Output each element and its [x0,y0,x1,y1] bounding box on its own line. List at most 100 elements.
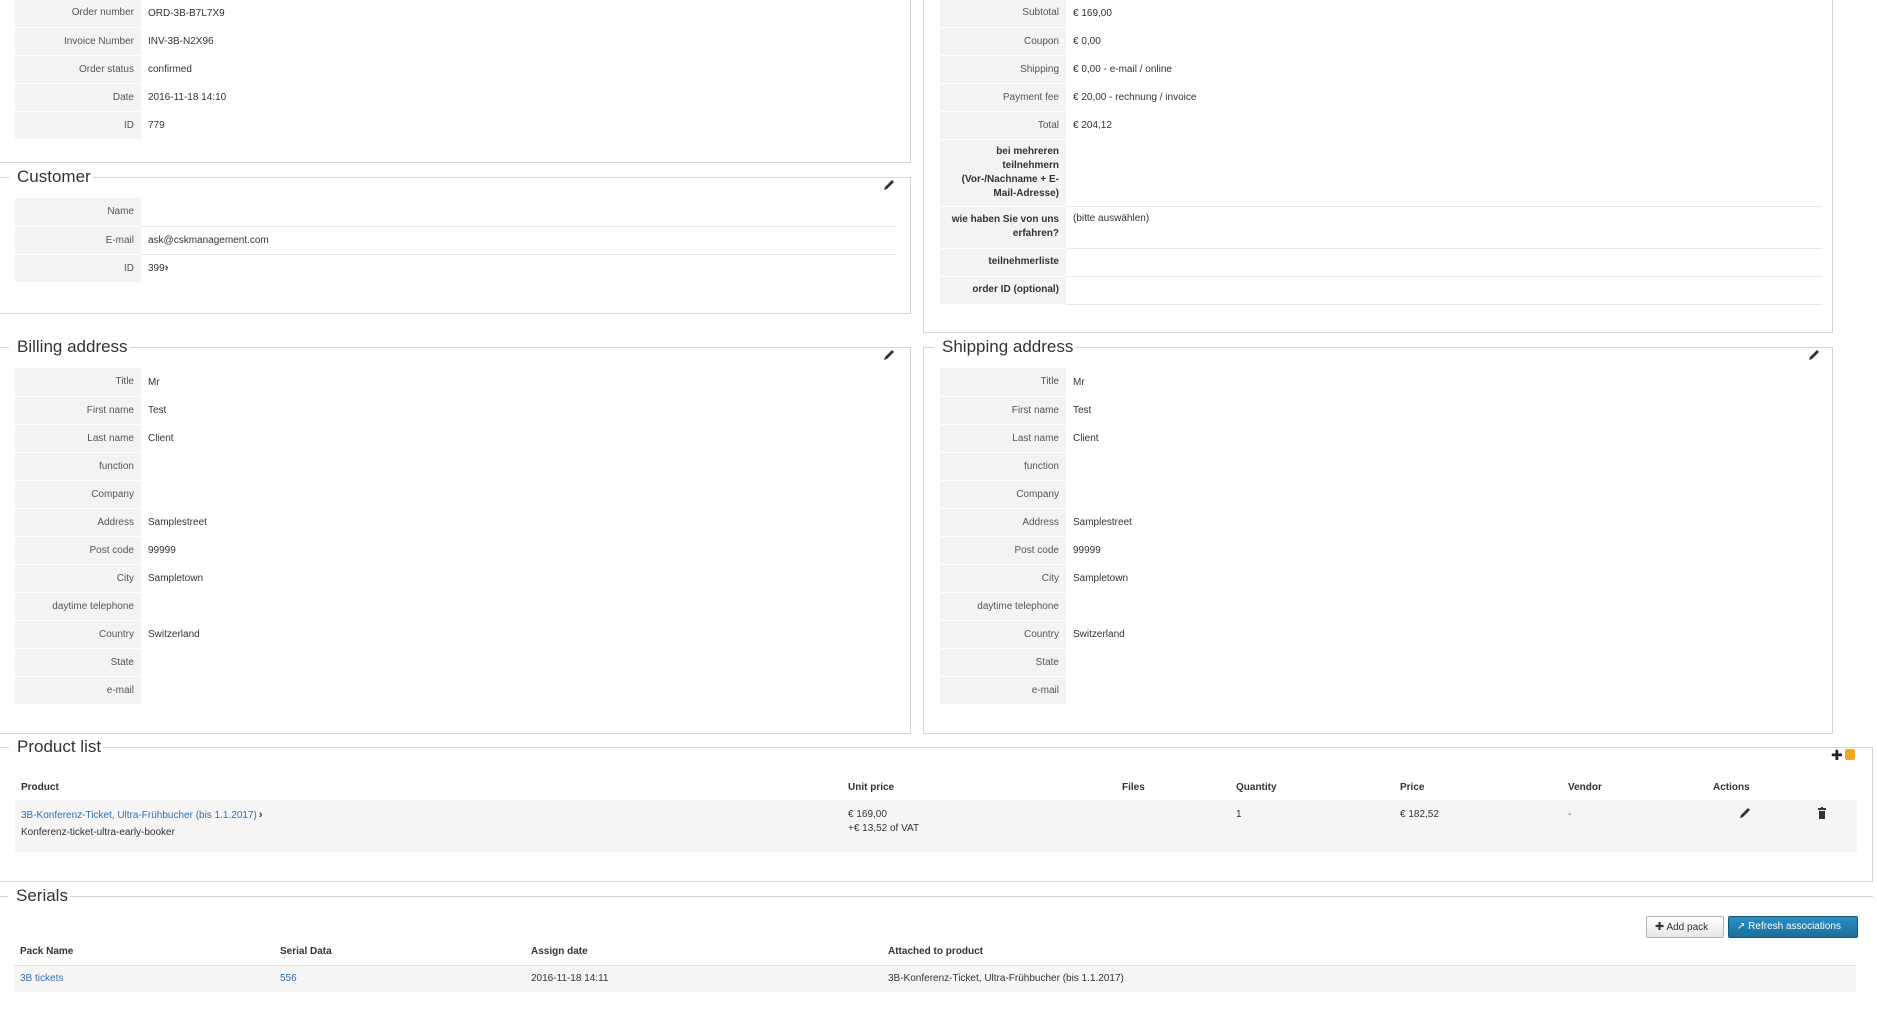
field-label: Country [940,620,1066,649]
product-database-icon[interactable] [1845,749,1855,760]
refresh-associations-button[interactable]: ↗ Refresh associations [1728,916,1858,938]
edit-billing-icon[interactable] [882,348,896,362]
custom-field-row: bei mehreren teilnehmern (Vor-/Nachname … [940,139,1822,207]
customer-id-value: 399 [148,263,165,275]
field-value [1066,592,1822,620]
product-row: 3B-Konferenz-Ticket, Ultra-Frühbucher (b… [15,800,1857,852]
edit-product-icon[interactable] [1738,806,1752,820]
billing-row: e-mail [15,676,897,705]
field-value [1066,480,1822,508]
field-value: Mr [148,376,160,388]
shipping-address-title: Shipping address [940,337,1076,356]
custom-field-label: teilnehmerliste [940,248,1066,277]
chart-line-icon: ↗ [1737,921,1746,932]
field-label: Last name [15,424,141,453]
field-label: State [940,648,1066,677]
add-pack-button[interactable]: ✚ Add pack [1646,916,1724,938]
totals-table: Subtotal € 169,00 Coupon € 0,00 Shipping € 0,… [940,0,1822,305]
shipping-row: First name Test [940,396,1822,425]
pack-name-col-header: Pack Name [20,946,74,957]
shipping-row: Last name Client [940,424,1822,453]
custom-field-value [1066,276,1822,305]
field-label: daytime telephone [940,592,1066,621]
assign-date-value: 2016-11-18 14:11 [531,973,609,984]
serial-row: 3B tickets 556 2016-11-18 14:11 3B-Konfe… [14,965,1856,992]
field-label: Country [15,620,141,649]
field-label: Shipping [940,55,1066,84]
product-name-link[interactable]: 3B-Konferenz-Ticket, Ultra-Frühbucher (b… [21,810,257,821]
order-info-row: Order number ORD-3B-B7L7X9 [15,0,895,28]
billing-row: daytime telephone [15,592,897,621]
customer-id-label: ID [15,254,141,282]
totals-panel: Subtotal € 169,00 Coupon € 0,00 Shipping € 0,… [923,0,1833,333]
chevron-right-icon[interactable]: › [165,262,169,274]
field-value: Client [148,432,174,444]
shipping-row: Title Mr [940,368,1822,397]
field-label: Address [15,508,141,537]
shipping-row: e-mail [940,676,1822,705]
totals-row: Coupon € 0,00 [940,27,1822,56]
edit-customer-icon[interactable] [882,178,896,192]
edit-shipping-icon[interactable] [1807,348,1821,362]
billing-address-title: Billing address [15,337,130,356]
chevron-right-icon[interactable]: › [259,809,263,821]
assign-date-col-header: Assign date [531,946,588,957]
customer-panel: Customer Name E-mail ask@cskmanagement.c… [0,168,911,314]
shipping-table: Title Mr First name Test Last name Client func… [940,368,1822,705]
product-vendor: - [1568,809,1572,820]
shipping-row: State [940,648,1822,677]
billing-address-panel: Billing address Title Mr First name Test Las… [0,338,911,734]
order-info-table: Order number ORD-3B-B7L7X9 Invoice Number I… [15,0,895,140]
customer-name-row: Name [15,198,897,227]
add-pack-label: Add pack [1666,922,1709,933]
shipping-row: Address Samplestreet [940,508,1822,537]
field-value: confirmed [148,63,192,75]
field-value [141,592,897,620]
price-col-header: Price [1400,782,1425,793]
custom-field-row: order ID (optional) [940,276,1822,305]
pack-name-link[interactable]: 3B tickets [20,973,63,984]
customer-title: Customer [15,167,93,186]
unit-price-col-header: Unit price [848,782,895,793]
field-value: € 204,12 [1073,119,1112,131]
add-product-icon[interactable]: ✚ [1831,747,1843,764]
vendor-col-header: Vendor [1568,782,1602,793]
quantity-col-header: Quantity [1236,782,1277,793]
billing-row: Title Mr [15,368,897,397]
billing-row: Last name Client [15,424,897,453]
field-value: Sampletown [1073,572,1129,584]
product-list-panel: Product list ✚ Product Unit price Files … [0,738,1873,882]
shipping-row: Company [940,480,1822,509]
field-label: Total [940,111,1066,140]
shipping-address-panel: Shipping address Title Mr First name Test La… [923,338,1833,734]
order-info-panel: Order number ORD-3B-B7L7X9 Invoice Number I… [0,0,911,163]
field-value: 2016-11-18 14:10 [148,91,227,103]
actions-col-header: Actions [1713,782,1750,793]
field-label: Last name [940,424,1066,453]
order-info-row: ID 779 [15,111,895,140]
field-value: 779 [148,119,165,131]
field-label: e-mail [15,676,141,705]
billing-row: Post code 99999 [15,536,897,565]
serials-panel: Serials ✚ Add pack ↗ Refresh association… [0,887,1873,1009]
customer-email-row: E-mail ask@cskmanagement.com [15,226,897,255]
field-label: Company [940,480,1066,509]
field-value: ORD-3B-B7L7X9 [148,7,225,19]
customer-name-label: Name [15,198,141,227]
delete-product-icon[interactable] [1815,806,1829,820]
serial-data-link[interactable]: 556 [280,973,297,984]
field-label: Title [15,368,141,397]
field-label: Order status [15,55,141,84]
field-value [141,676,897,704]
product-vat: +€ 13,52 of VAT [848,823,920,834]
field-label: State [15,648,141,677]
field-value: Client [1073,432,1099,444]
product-price: € 182,52 [1400,809,1439,820]
shipping-row: Country Switzerland [940,620,1822,649]
field-value: Switzerland [148,628,200,640]
field-value [141,648,897,676]
customer-email-label: E-mail [15,226,141,255]
field-label: Subtotal [940,0,1066,28]
customer-email-value: ask@cskmanagement.com [141,226,897,255]
billing-row: First name Test [15,396,897,425]
